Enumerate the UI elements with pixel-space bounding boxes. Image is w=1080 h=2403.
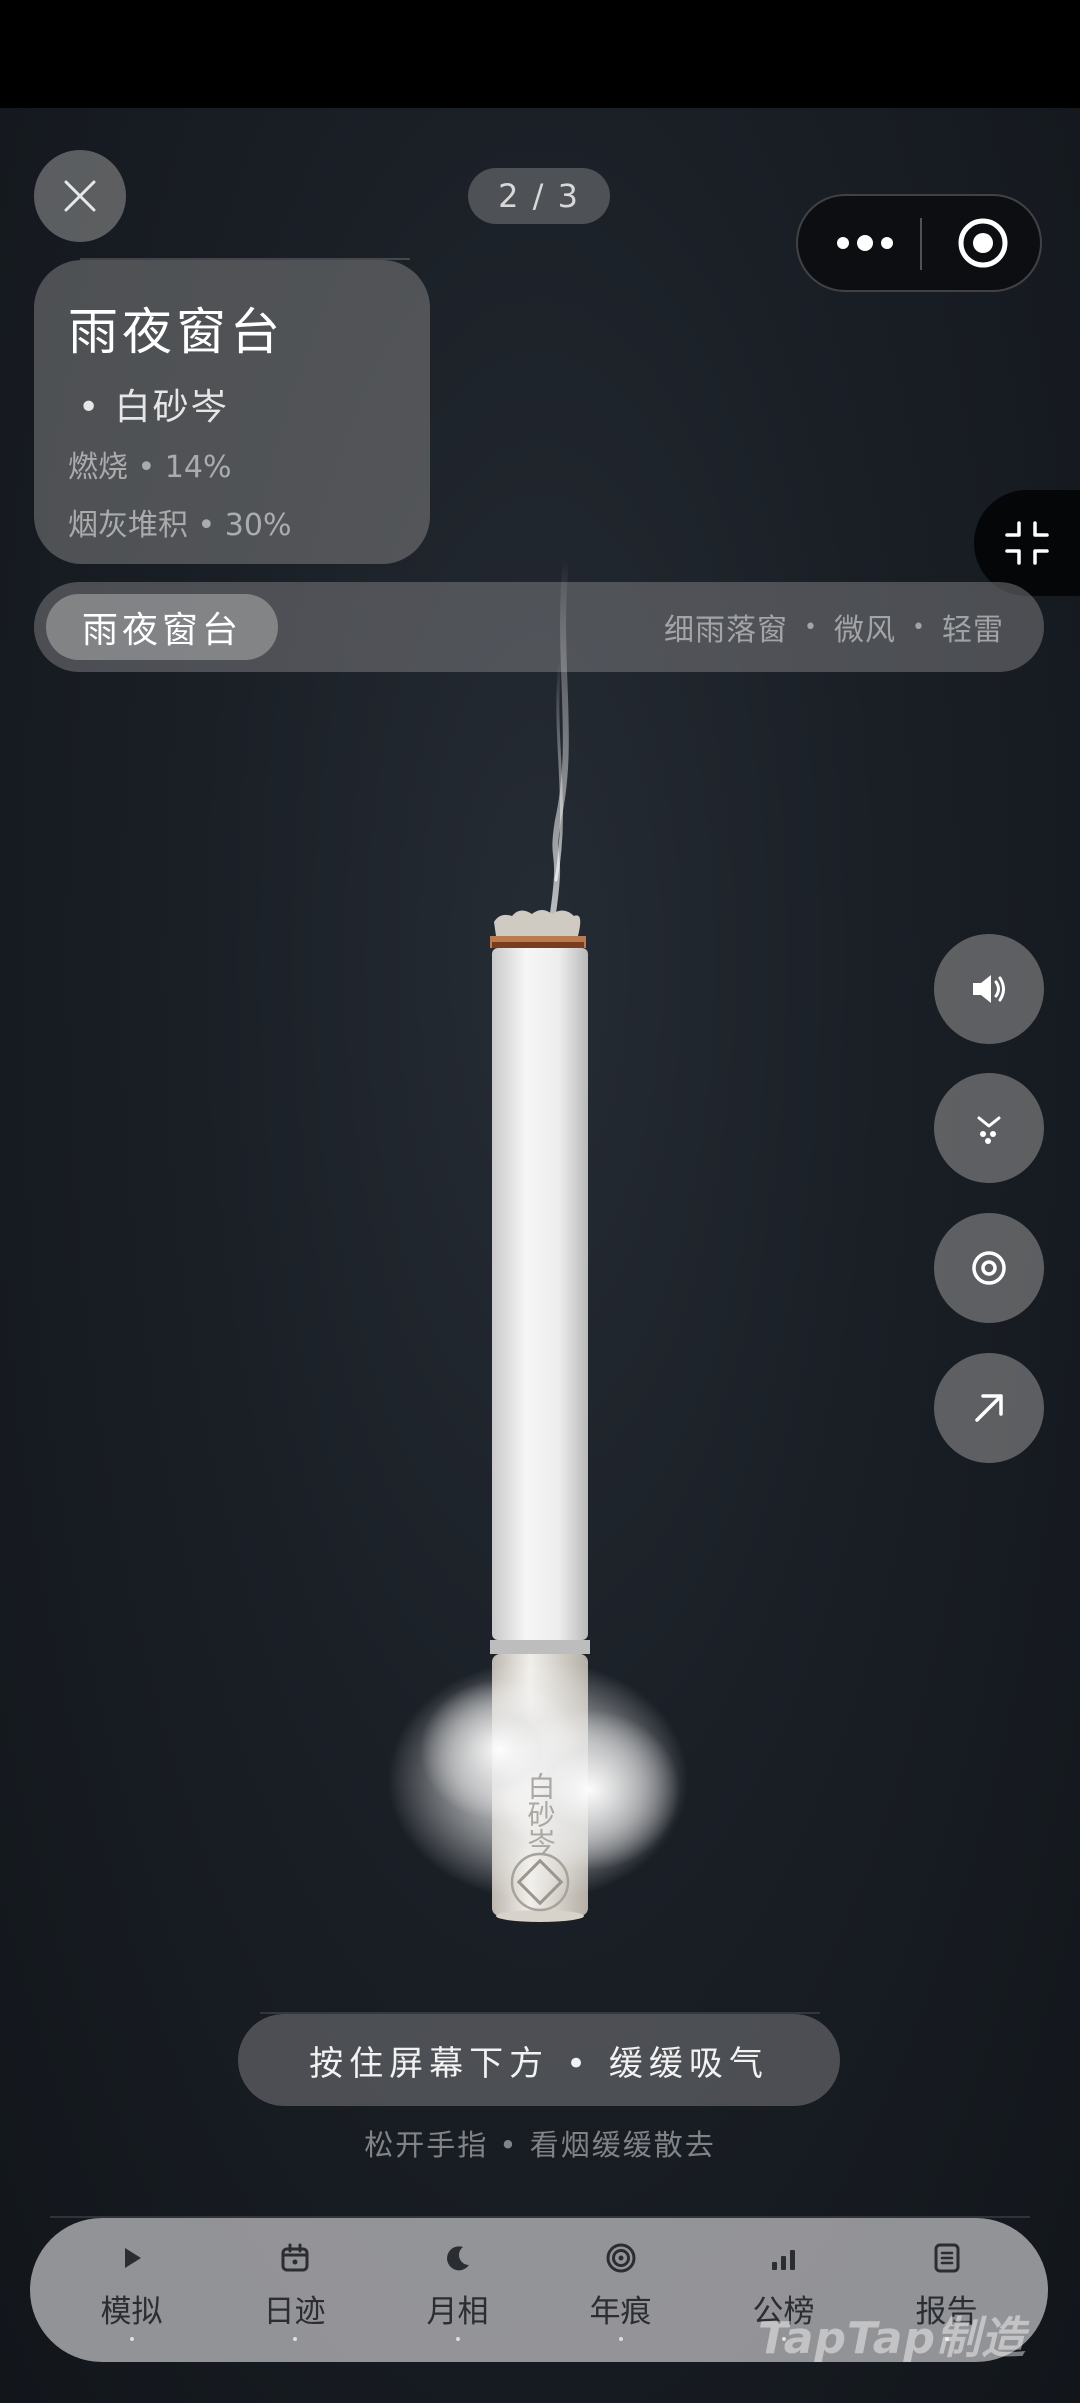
nav-label: 模拟 xyxy=(100,2294,163,2330)
nav-label: 日迹 xyxy=(263,2294,326,2330)
nav-dot xyxy=(455,2337,460,2341)
more-button[interactable] xyxy=(830,196,900,290)
ash-drop-icon xyxy=(977,1116,1001,1144)
ash-tip xyxy=(494,910,581,936)
more-dot-icon xyxy=(837,237,849,249)
cigarette-illustration[interactable]: 白砂岑 xyxy=(380,540,700,1980)
card-divider xyxy=(80,258,410,260)
release-hint: 松开手指 • 看烟缓缓散去 xyxy=(364,2128,716,2162)
nav-dot xyxy=(618,2337,623,2341)
play-icon xyxy=(114,2240,150,2276)
page-indicator: 2 / 3 xyxy=(468,168,610,224)
separator-dot: • xyxy=(912,614,926,640)
bars-icon xyxy=(766,2240,802,2276)
scene-tags: 细雨落窗 • 微风 • 轻雷 xyxy=(664,582,1004,672)
filter-brand-mark: 白砂岑 xyxy=(524,1772,557,1856)
nav-item-year[interactable]: 年痕 xyxy=(539,2218,702,2362)
target-icon xyxy=(972,1251,1006,1285)
inhale-hint[interactable]: 按住屏幕下方 • 缓缓吸气 xyxy=(238,2014,840,2106)
scene-tag: 微风 xyxy=(834,613,897,648)
shrink-icon xyxy=(1005,521,1049,565)
watermark: TapTap制造 xyxy=(758,2313,1026,2364)
close-button[interactable] xyxy=(34,150,126,242)
more-dot-icon xyxy=(857,235,873,251)
exit-target-icon[interactable] xyxy=(956,216,1010,270)
burn-status: 燃烧 • 14% xyxy=(68,450,232,485)
scene-tag: 轻雷 xyxy=(942,613,1004,648)
cigarette-paper xyxy=(492,948,588,1640)
menu-capsule xyxy=(796,194,1042,292)
close-icon xyxy=(64,180,96,212)
nav-label: 年痕 xyxy=(589,2294,652,2330)
speaker-icon xyxy=(973,975,1005,1003)
filter-end xyxy=(496,1910,584,1922)
moon-icon xyxy=(440,2240,476,2276)
separator-dot: • xyxy=(804,614,819,640)
scene-chip-active[interactable]: 雨夜窗台 xyxy=(46,594,278,660)
scene-title: 雨夜窗台 xyxy=(68,303,284,361)
nav-label: 月相 xyxy=(426,2294,489,2330)
nav-item-daily[interactable]: 日迹 xyxy=(213,2218,376,2362)
burn-ember xyxy=(492,942,584,948)
nav-item-moon[interactable]: 月相 xyxy=(376,2218,539,2362)
ring-icon xyxy=(603,2240,639,2276)
capsule-divider xyxy=(920,218,922,270)
share-button[interactable] xyxy=(934,1353,1044,1463)
brand-name: • 白砂岑 xyxy=(78,387,229,428)
focus-button[interactable] xyxy=(934,1213,1044,1323)
report-icon xyxy=(929,2240,965,2276)
calendar-icon xyxy=(277,2240,313,2276)
share-arrow-icon xyxy=(975,1394,1003,1422)
nav-dot xyxy=(292,2337,297,2341)
paper-band xyxy=(490,1640,590,1654)
scene-info-card: 雨夜窗台 • 白砂岑 燃烧 • 14% 烟灰堆积 • 30% xyxy=(34,258,430,564)
app-screen: 2 / 3 雨夜窗台 • 白砂岑 燃烧 • 14% 烟灰堆积 • 30% 雨夜窗… xyxy=(0,0,1080,2403)
sound-button[interactable] xyxy=(934,934,1044,1044)
nav-item-simulate[interactable]: 模拟 xyxy=(50,2218,213,2362)
status-bar xyxy=(0,0,1080,108)
nav-dot xyxy=(129,2337,134,2341)
more-dot-icon xyxy=(881,237,893,249)
ash-status: 烟灰堆积 • 30% xyxy=(68,508,292,543)
ash-button[interactable] xyxy=(934,1073,1044,1183)
exit-fullscreen-button[interactable] xyxy=(974,490,1080,596)
